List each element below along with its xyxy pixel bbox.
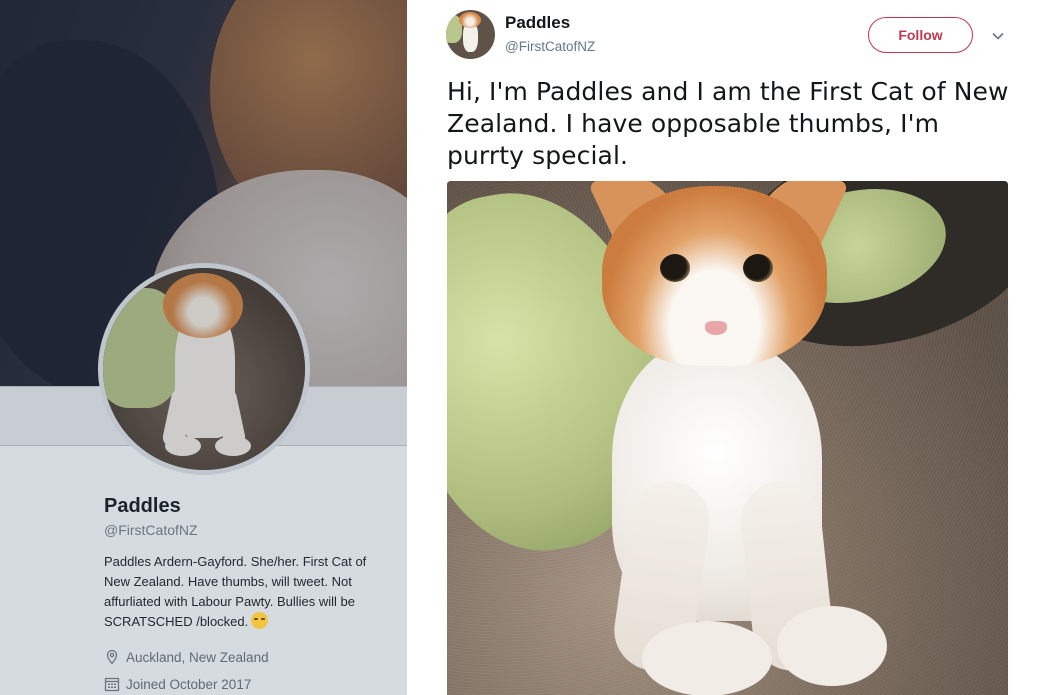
photo-cat-eye-right: [743, 254, 773, 282]
profile-location: Auckland, New Zealand: [104, 649, 394, 665]
tweet-avatar-cat-head: [459, 12, 481, 28]
profile-handle[interactable]: @FirstCatofNZ: [104, 522, 394, 538]
profile-avatar[interactable]: [98, 263, 310, 475]
calendar-icon: [104, 676, 120, 692]
profile-joined: Joined October 2017: [104, 676, 394, 692]
profile-name[interactable]: Paddles: [104, 495, 394, 518]
location-pin-icon: [104, 649, 120, 665]
profile-bio-text: Paddles Ardern-Gayford. She/her. First C…: [104, 554, 367, 629]
profile-joined-text: Joined October 2017: [126, 676, 252, 692]
tweet-author-name[interactable]: Paddles: [505, 13, 570, 33]
chevron-down-icon[interactable]: [990, 28, 1006, 44]
profile-info: Paddles @FirstCatofNZ Paddles Ardern-Gay…: [104, 495, 394, 692]
tweet-author-avatar[interactable]: [446, 10, 495, 59]
tweet-author-handle[interactable]: @FirstCatofNZ: [505, 39, 595, 54]
photo-cat-paw-left: [642, 621, 772, 695]
avatar-overlay: [103, 268, 305, 470]
tweet-text: Hi, I'm Paddles and I am the First Cat o…: [447, 77, 1009, 170]
follow-button[interactable]: Follow: [868, 17, 973, 53]
profile-panel: Paddles @FirstCatofNZ Paddles Ardern-Gay…: [0, 0, 407, 695]
profile-bio: Paddles Ardern-Gayford. She/her. First C…: [104, 552, 389, 632]
profile-location-text: Auckland, New Zealand: [126, 649, 269, 665]
tweet-card: Paddles @FirstCatofNZ Follow Hi, I'm Pad…: [407, 0, 1038, 695]
tweet-photo[interactable]: [447, 181, 1008, 695]
photo-cat-eye-left: [660, 254, 690, 282]
photo-cat-paw-right: [777, 606, 887, 686]
kissing-face-emoji-icon: [251, 612, 269, 629]
photo-cat-nose: [705, 321, 727, 335]
photo-cat-head: [602, 186, 827, 366]
